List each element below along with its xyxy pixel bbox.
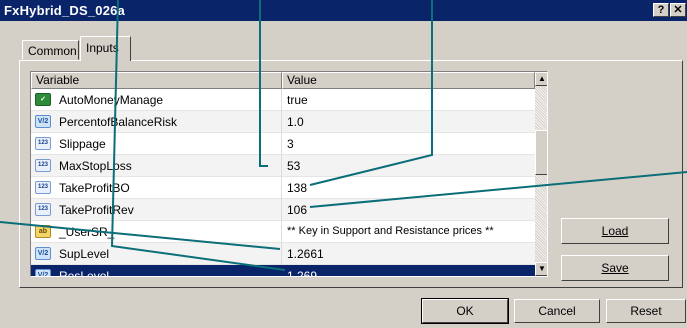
table-row-selected[interactable]: V/2 ResLevel 1.269: [31, 265, 535, 277]
string-icon: ab: [35, 225, 51, 238]
tab-inputs[interactable]: Inputs: [80, 36, 131, 61]
variable-value[interactable]: 3: [287, 137, 294, 151]
variable-name: TakeProfitRev: [59, 203, 134, 217]
table-row[interactable]: ✓ AutoMoneyManage true: [31, 89, 535, 111]
table-row[interactable]: 123 MaxStopLoss 53: [31, 155, 535, 177]
variable-name: SupLevel: [59, 247, 110, 261]
int-icon: 123: [35, 203, 51, 216]
save-label: Save: [601, 261, 629, 275]
tab-common[interactable]: Common: [22, 40, 79, 60]
table-row[interactable]: 123 TakeProfitBO 138: [31, 177, 535, 199]
variable-value[interactable]: 106: [287, 203, 307, 217]
window-title: FxHybrid_DS_026a: [4, 3, 125, 18]
close-button[interactable]: ✕: [670, 3, 686, 17]
int-icon: 123: [35, 137, 51, 150]
column-header-variable[interactable]: Variable: [31, 72, 282, 89]
load-label: Load: [601, 224, 629, 238]
variable-name: TakeProfitBO: [59, 181, 130, 195]
variable-name: _UserSR_: [59, 225, 115, 239]
variable-name: AutoMoneyManage: [59, 93, 164, 107]
title-bar: FxHybrid_DS_026a ? ✕: [0, 0, 687, 21]
variable-value[interactable]: 53: [287, 159, 300, 173]
scroll-thumb[interactable]: [535, 130, 547, 175]
inputs-table: Variable Value ✓ AutoMoneyManage true V/…: [30, 71, 548, 277]
table-row[interactable]: V/2 PercentofBalanceRisk 1.0: [31, 111, 535, 133]
double-icon: V/2: [35, 269, 51, 276]
table-row[interactable]: 123 TakeProfitRev 106: [31, 199, 535, 221]
column-header-value[interactable]: Value: [282, 72, 535, 89]
reset-button[interactable]: Reset: [606, 299, 686, 323]
variable-name: MaxStopLoss: [59, 159, 132, 173]
variable-name: ResLevel: [59, 269, 110, 277]
bool-icon: ✓: [35, 93, 51, 106]
table-row[interactable]: V/2 SupLevel 1.2661: [31, 243, 535, 265]
ok-button[interactable]: OK: [421, 298, 509, 324]
variable-value[interactable]: 1.269: [287, 269, 317, 276]
variable-value[interactable]: 138: [287, 181, 307, 195]
vertical-scrollbar[interactable]: ▲ ▼: [535, 72, 547, 276]
save-button[interactable]: Save: [561, 255, 669, 281]
table-row[interactable]: 123 Slippage 3: [31, 133, 535, 155]
double-icon: V/2: [35, 247, 51, 260]
scroll-up-icon[interactable]: ▲: [535, 72, 547, 86]
variable-name: Slippage: [59, 137, 106, 151]
variable-value[interactable]: 1.0: [287, 115, 304, 129]
help-button[interactable]: ?: [653, 3, 669, 17]
scroll-down-icon[interactable]: ▼: [535, 262, 547, 276]
int-icon: 123: [35, 181, 51, 194]
table-row[interactable]: ab _UserSR_ ** Key in Support and Resist…: [31, 221, 535, 243]
double-icon: V/2: [35, 115, 51, 128]
cancel-button[interactable]: Cancel: [514, 299, 600, 323]
int-icon: 123: [35, 159, 51, 172]
variable-value[interactable]: ** Key in Support and Resistance prices …: [287, 225, 494, 237]
variable-value[interactable]: 1.2661: [287, 247, 324, 261]
variable-value[interactable]: true: [287, 93, 308, 107]
load-button[interactable]: Load: [561, 218, 669, 244]
variable-name: PercentofBalanceRisk: [59, 115, 178, 129]
